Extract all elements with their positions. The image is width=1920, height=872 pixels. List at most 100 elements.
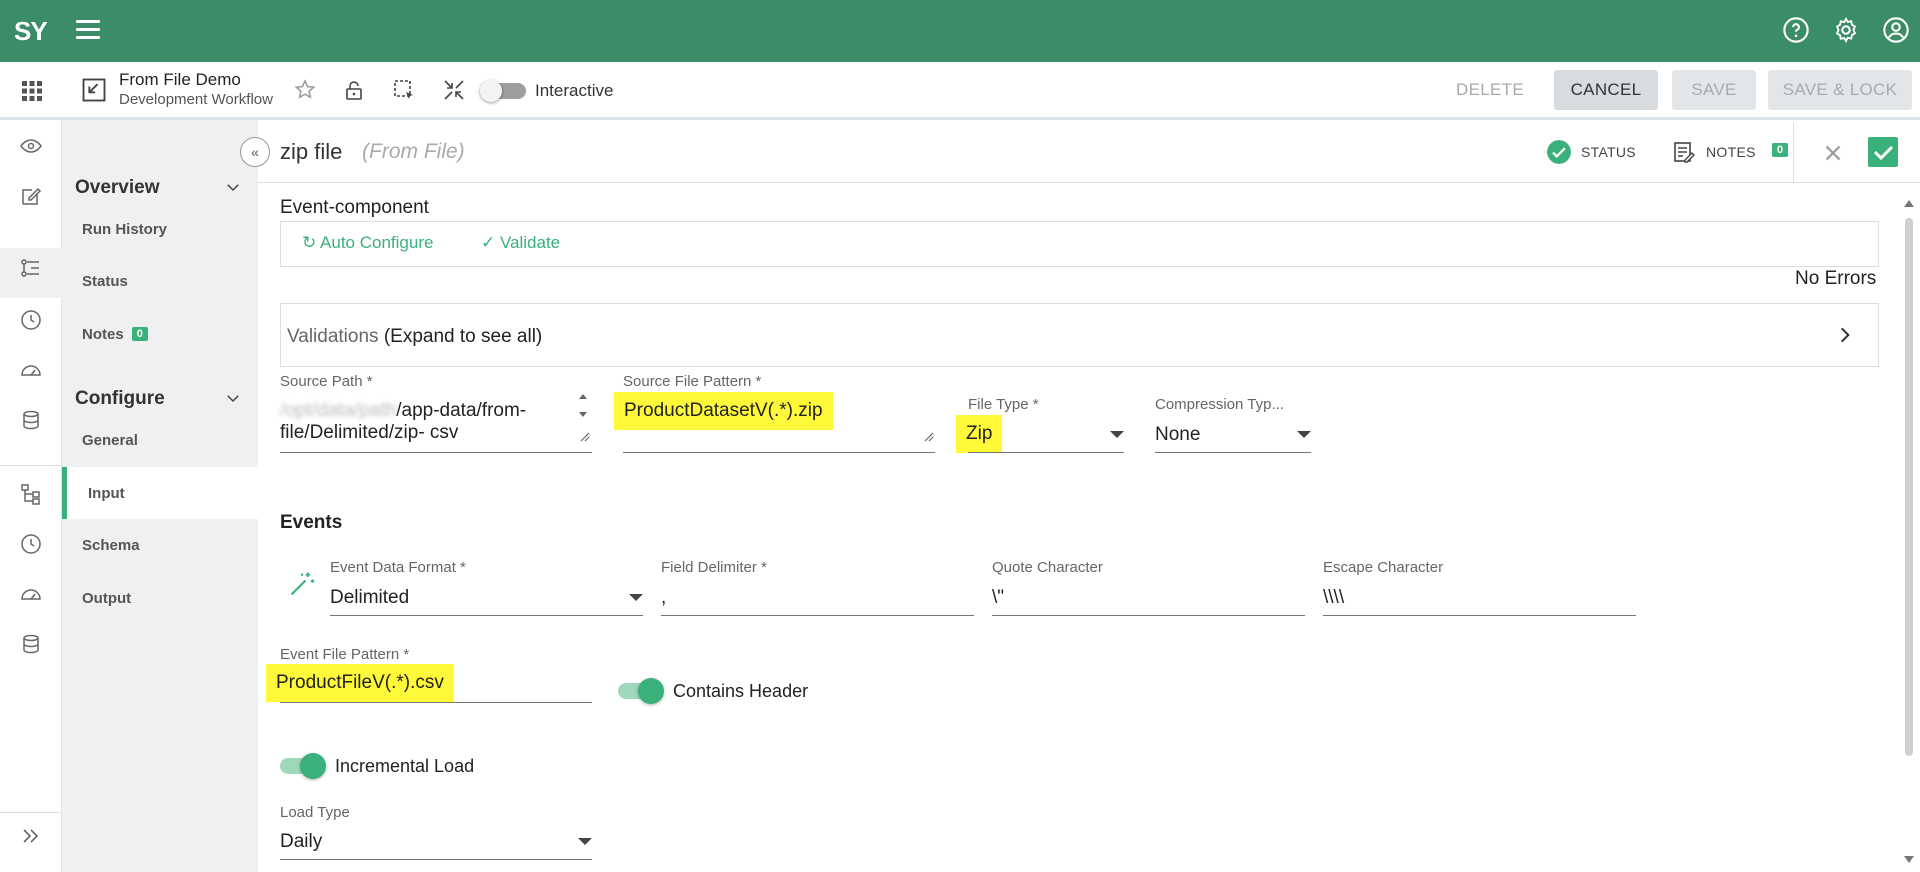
auto-configure-button[interactable]: ↻ Auto Configure [302,233,433,253]
validations-header[interactable]: Validations (Expand to see all) [287,326,542,348]
escape-character-input[interactable]: \\\\ [1323,587,1344,609]
validations-hint: (Expand to see all) [383,326,543,347]
scroll-down-icon[interactable] [1904,856,1914,863]
source-file-pattern-input[interactable]: ProductDatasetV(.*).zip [614,392,833,430]
component-title: zip file [280,139,343,164]
chevron-down-icon[interactable] [224,178,242,196]
nav-item-general[interactable]: General [82,432,138,449]
collapse-nav-icon[interactable]: « [240,137,270,167]
rail-bottom-divider [0,812,62,813]
event-file-pattern-input[interactable]: ProductFileV(.*).csv [266,664,454,702]
database-icon[interactable] [19,408,43,432]
help-icon[interactable] [1782,16,1810,44]
save-button[interactable]: SAVE [1672,70,1756,110]
spinner-up-icon[interactable] [578,392,588,402]
save-and-lock-button[interactable]: SAVE & LOCK [1768,70,1912,110]
magic-wand-icon[interactable] [288,570,316,598]
nav-item-notes-label: Notes [82,326,124,343]
star-icon[interactable] [293,78,317,102]
workflow-subtitle: Development Workflow [119,91,273,108]
quote-character-input[interactable]: \" [992,587,1004,609]
gear-icon[interactable] [1832,16,1860,44]
dropdown-arrow-icon[interactable] [578,838,592,845]
select-icon[interactable] [392,78,416,102]
history-icon[interactable] [19,532,43,556]
scrollbar-thumb[interactable] [1905,218,1913,756]
contains-header-toggle[interactable] [618,678,664,704]
nav-item-output[interactable]: Output [82,590,131,607]
confirm-button[interactable] [1868,137,1898,167]
clock-icon[interactable] [19,308,43,332]
source-file-pattern-underline [623,452,935,453]
dashboard-icon[interactable] [19,358,43,382]
compression-type-select[interactable]: None [1155,424,1200,446]
load-type-select[interactable]: Daily [280,831,322,853]
nav-section-configure[interactable]: Configure [75,388,165,410]
nav-item-schema[interactable]: Schema [82,537,140,554]
notes-count-badge: 0 [1772,143,1789,157]
monitor-icon[interactable] [19,582,43,606]
spinner-down-icon[interactable] [578,409,588,419]
status-label[interactable]: STATUS [1581,144,1636,160]
hierarchy-icon[interactable] [19,482,43,506]
notes-icon[interactable] [1672,140,1696,164]
nav-item-status[interactable]: Status [82,273,128,290]
back-to-workflow-icon[interactable] [80,76,108,104]
nav-item-notes[interactable]: Notes 0 [82,326,148,343]
file-type-label: File Type * [968,396,1039,413]
notes-label[interactable]: NOTES [1706,144,1756,160]
incremental-load-toggle[interactable] [280,753,326,779]
field-delimiter-input[interactable]: , [661,587,666,609]
validate-button[interactable]: ✓ Validate [481,233,560,253]
load-type-underline [280,859,592,860]
delete-button[interactable]: DELETE [1440,70,1540,110]
compression-type-label: Compression Typ... [1155,396,1284,413]
edit-icon[interactable] [19,184,43,208]
dropdown-arrow-icon[interactable] [1110,431,1124,438]
resize-handle-icon[interactable] [580,432,590,442]
close-icon[interactable] [1820,140,1846,166]
compression-type-underline [1155,452,1311,453]
cancel-button[interactable]: CANCEL [1554,70,1658,110]
apps-grid-icon[interactable] [20,79,44,103]
storage-icon[interactable] [19,632,43,656]
event-data-format-label: Event Data Format * [330,559,466,576]
fit-screen-icon[interactable] [442,78,466,102]
validate-label: Validate [499,233,561,252]
nav-section-overview[interactable]: Overview [75,177,160,199]
escape-character-underline [1323,615,1636,616]
source-path-label: Source Path * [280,373,373,390]
event-data-format-select[interactable]: Delimited [330,587,409,609]
interactive-toggle[interactable] [480,80,526,102]
lock-icon[interactable] [342,78,366,102]
component-header [258,123,1920,183]
user-icon[interactable] [1882,16,1910,44]
eye-icon[interactable] [19,134,43,158]
file-type-select[interactable]: Zip [956,415,1003,453]
nav-item-run-history[interactable]: Run History [82,221,167,238]
content-scrollbar[interactable] [1902,196,1916,872]
source-path-line1: /app-data/from- [396,400,527,421]
menu-icon[interactable] [76,20,100,40]
pipeline-icon[interactable] [19,256,43,280]
dropdown-arrow-icon[interactable] [1297,431,1311,438]
event-data-format-underline [330,615,643,616]
nav-item-input[interactable]: Input [88,485,125,502]
resize-handle-icon[interactable] [924,432,934,442]
source-file-pattern-label: Source File Pattern * [623,373,762,390]
chevron-down-icon[interactable] [224,389,242,407]
expand-rail-icon[interactable] [19,824,43,848]
chevron-right-icon[interactable] [1835,324,1855,346]
source-path-input[interactable]: /opt/data/path/app-data/from-file/Delimi… [280,400,526,444]
source-path-underline [280,452,592,453]
event-file-pattern-underline [280,702,592,703]
component-type: (From File) [362,140,465,163]
auto-configure-label: Auto Configure [320,233,434,252]
field-delimiter-underline [661,615,974,616]
events-section-title: Events [280,512,343,533]
app-logo[interactable]: SY [14,16,48,47]
workflow-title: From File Demo [119,70,241,89]
scroll-up-icon[interactable] [1904,200,1914,207]
dropdown-arrow-icon[interactable] [629,594,643,601]
status-check-icon[interactable] [1546,139,1572,165]
